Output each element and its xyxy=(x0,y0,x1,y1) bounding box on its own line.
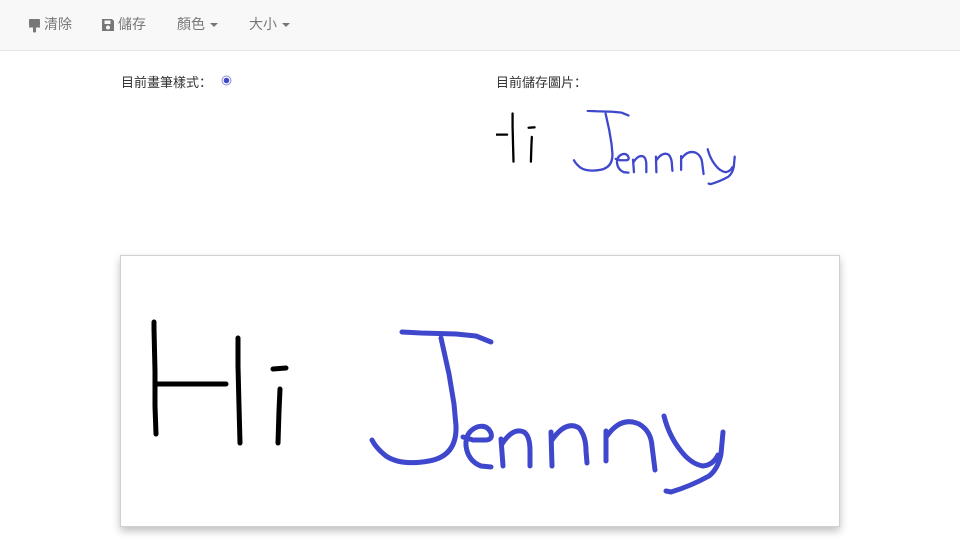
color-dropdown-label: 顏色 xyxy=(177,17,205,33)
size-dropdown-label: 大小 xyxy=(249,17,277,33)
save-button[interactable]: 儲存 xyxy=(101,0,146,50)
pen-style-indicator xyxy=(221,75,232,86)
drawing-canvas[interactable] xyxy=(120,255,840,527)
chevron-down-icon xyxy=(210,23,218,27)
handwriting-drawing xyxy=(121,256,841,528)
size-dropdown[interactable]: 大小 xyxy=(249,0,290,50)
save-label: 儲存 xyxy=(118,17,146,33)
floppy-disk-icon xyxy=(101,18,115,32)
saved-image-preview xyxy=(472,105,836,230)
color-dropdown[interactable]: 顏色 xyxy=(177,0,218,50)
brush-icon xyxy=(28,18,41,33)
clear-button[interactable]: 清除 xyxy=(28,0,72,50)
toolbar: 清除 儲存 顏色 大小 xyxy=(0,0,960,51)
chevron-down-icon xyxy=(282,23,290,27)
saved-image-label: 目前儲存圖片： xyxy=(496,76,588,91)
clear-label: 清除 xyxy=(44,17,72,33)
pen-style-label: 目前畫筆樣式： xyxy=(121,76,213,91)
